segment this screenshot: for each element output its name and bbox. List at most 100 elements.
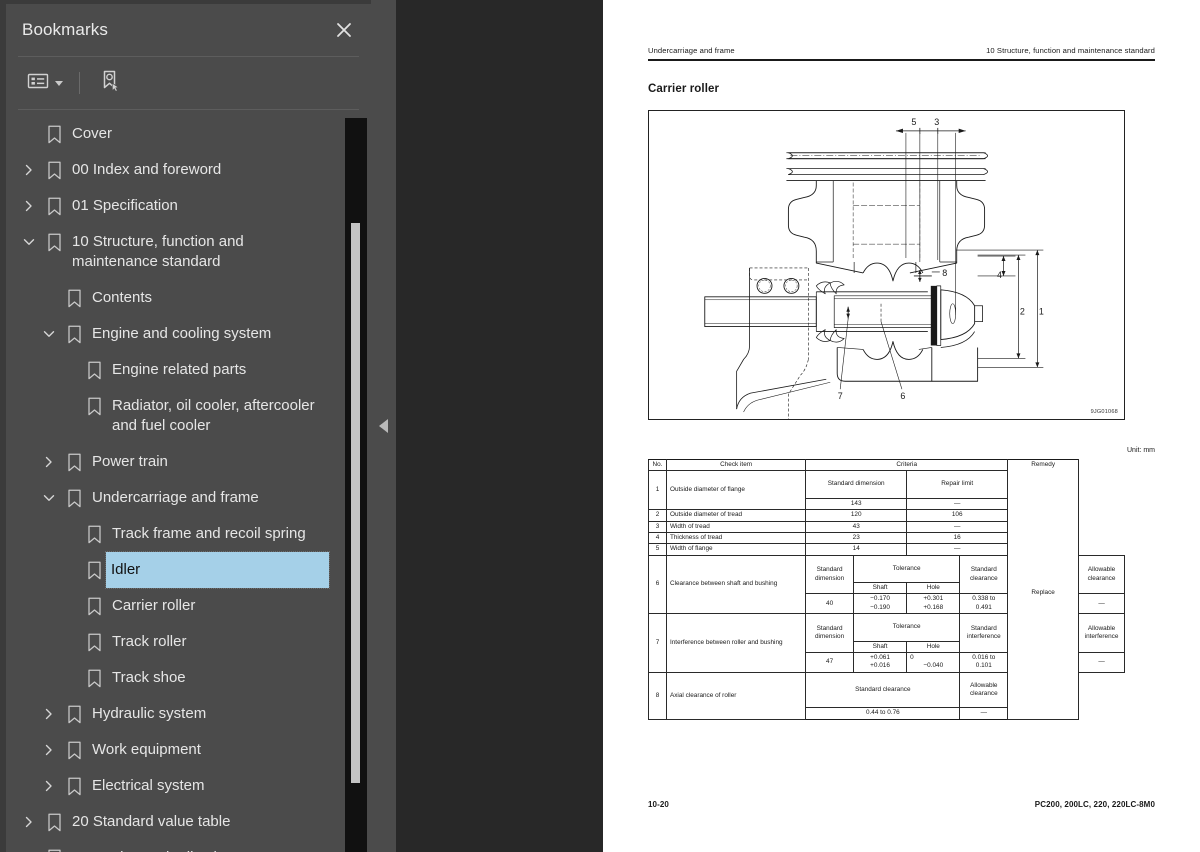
chevron-right-icon[interactable]	[16, 804, 42, 840]
chevron-right-icon[interactable]	[16, 152, 42, 188]
page-footer: 10-20 PC200, 200LC, 220, 220LC-8M0	[648, 800, 1155, 809]
unit-label: Unit: mm	[1127, 447, 1155, 454]
bookmarks-tree: Cover 00 Index and foreword 01 Specifica…	[6, 110, 351, 852]
bookmark-label: Electrical system	[92, 777, 205, 794]
bookmark-item-idler[interactable]: Idler	[6, 551, 351, 589]
row3-standard: 43	[805, 520, 908, 533]
chevron-right-icon[interactable]	[36, 732, 62, 768]
bookmark-icon	[42, 224, 66, 260]
bookmark-icon	[82, 624, 106, 660]
row6-item: Clearance between shaft and bushing	[665, 554, 807, 615]
bookmarks-panel: Bookmarks Cover 00 Index and foreword 01…	[0, 0, 371, 852]
row6-shaft-lower: −0.190	[870, 603, 890, 611]
row1-item: Outside diameter of flange	[665, 470, 807, 511]
row7-no: 7	[648, 613, 667, 673]
bookmark-item-00-index-and-foreword[interactable]: 00 Index and foreword	[6, 152, 351, 188]
row6-tolerance-hole: +0.301 +0.168	[906, 593, 961, 615]
bookmark-icon	[82, 660, 106, 696]
bookmark-label: 30 Testing and adjusting	[66, 840, 238, 852]
bookmarks-scrollbar-track[interactable]	[345, 118, 367, 852]
chevron-left-icon	[379, 419, 388, 433]
row2-repair: 106	[906, 509, 1009, 522]
row3-no: 3	[648, 520, 667, 533]
row6-shaft-header: Shaft	[852, 581, 908, 595]
bookmark-item-01-specification[interactable]: 01 Specification	[6, 188, 351, 224]
svg-text:1: 1	[1039, 307, 1044, 317]
chevron-right-icon[interactable]	[16, 188, 42, 224]
bookmark-item-undercarriage-and-frame[interactable]: Undercarriage and frame	[6, 480, 351, 516]
row8-allow-clearance-header: Allowable clearance	[959, 671, 1009, 709]
panel-collapse-handle[interactable]	[371, 0, 396, 852]
bookmark-icon	[42, 840, 66, 852]
bookmark-item-work-equipment[interactable]: Work equipment	[6, 732, 351, 768]
row1-standard: 143	[805, 497, 908, 511]
chevron-right-icon[interactable]	[36, 444, 62, 480]
row6-hole-header: Hole	[906, 581, 961, 595]
select-bookmark-button[interactable]	[95, 68, 125, 98]
svg-text:5: 5	[911, 117, 916, 127]
row7-hole-header: Hole	[906, 640, 961, 653]
svg-text:7: 7	[838, 391, 843, 401]
bookmark-item-electrical-system[interactable]: Electrical system	[6, 768, 351, 804]
remedy-header-text: Remedy	[1031, 461, 1056, 468]
bookmark-item-engine-and-cooling-system[interactable]: Engine and cooling system	[6, 316, 351, 352]
chevron-right-icon[interactable]	[36, 696, 62, 732]
bookmark-item-radiator-oil-cooler-aftercooler[interactable]: Radiator, oil cooler, aftercooler and fu…	[6, 388, 351, 444]
chevron-down-icon[interactable]	[36, 480, 62, 516]
bookmark-label: Track shoe	[112, 669, 186, 686]
bookmark-icon	[82, 552, 106, 588]
bookmarks-panel-header: Bookmarks	[6, 4, 371, 56]
bookmark-label: Undercarriage and frame	[92, 489, 259, 506]
bookmark-item-30-testing-and-adjusting[interactable]: 30 Testing and adjusting	[6, 840, 351, 852]
bookmark-label[interactable]: Idler	[105, 551, 330, 589]
chevron-right-icon[interactable]	[36, 768, 62, 804]
close-icon[interactable]	[331, 17, 357, 43]
bookmark-item-contents[interactable]: Contents	[6, 280, 351, 316]
bookmark-item-power-train[interactable]: Power train	[6, 444, 351, 480]
bookmark-label: Carrier roller	[112, 597, 196, 614]
bookmark-icon	[42, 152, 66, 188]
bookmark-item-10-structure-function-and[interactable]: 10 Structure, function and maintenance s…	[6, 224, 351, 280]
bookmark-item-hydraulic-system[interactable]: Hydraulic system	[6, 696, 351, 732]
pdf-viewer[interactable]: Undercarriage and frame 10 Structure, fu…	[396, 0, 1200, 852]
row6-shaft-upper: −0.170	[870, 595, 890, 603]
bookmark-icon	[62, 444, 86, 480]
row7-item: Interference between roller and bushing	[665, 613, 807, 673]
toolbar-divider	[79, 72, 80, 94]
row8-std-clearance-header: Standard clearance	[805, 671, 961, 709]
bookmark-icon	[82, 352, 106, 388]
bookmark-label: Track frame and recoil spring	[112, 525, 306, 542]
chevron-down-icon	[55, 80, 63, 86]
row6-std-clearance-header: Standard clearance	[959, 554, 1009, 595]
bookmark-item-20-standard-value-table[interactable]: 20 Standard value table	[6, 804, 351, 840]
bookmarks-tree-container: Cover 00 Index and foreword 01 Specifica…	[6, 110, 371, 852]
chevron-down-icon[interactable]	[36, 316, 62, 352]
row6-hole-lower: +0.168	[923, 603, 944, 611]
chevron-down-icon[interactable]	[16, 224, 42, 260]
bookmark-item-track-roller[interactable]: Track roller	[6, 624, 351, 660]
bookmark-label: Hydraulic system	[92, 705, 207, 722]
row8-item: Axial clearance of roller	[665, 671, 807, 720]
bookmark-label: Track roller	[112, 633, 187, 650]
chevron-right-icon[interactable]	[16, 840, 42, 852]
row6-tolerance-shaft: −0.170 −0.190	[852, 593, 908, 615]
list-options-button[interactable]	[24, 68, 66, 98]
bookmark-label: Radiator, oil cooler, aftercooler and fu…	[112, 397, 315, 434]
bookmark-item-track-shoe[interactable]: Track shoe	[6, 660, 351, 696]
row6-tolerance-header: Tolerance	[852, 554, 961, 584]
bookmark-item-track-frame-and-recoil-spring[interactable]: Track frame and recoil spring	[6, 516, 351, 552]
svg-text:3: 3	[934, 117, 939, 127]
bookmarks-scrollbar-thumb[interactable]	[351, 223, 360, 783]
model-code: PC200, 200LC, 220, 220LC-8M0	[1034, 800, 1155, 809]
bookmark-item-carrier-roller[interactable]: Carrier roller	[6, 588, 351, 624]
row6-standard-clearance: 0.338 to 0.491	[959, 593, 1009, 615]
bookmark-icon	[42, 804, 66, 840]
bookmark-label: 10 Structure, function and maintenance s…	[72, 233, 244, 270]
row7-shaft-header: Shaft	[852, 640, 908, 653]
svg-text:8: 8	[942, 268, 947, 278]
bookmark-item-engine-related-parts[interactable]: Engine related parts	[6, 352, 351, 388]
row7-std-interference-header: Standard interference	[959, 613, 1009, 653]
bookmark-item-cover[interactable]: Cover	[6, 116, 351, 152]
remedy-value: Replace	[1031, 589, 1055, 597]
row2-standard: 120	[805, 509, 908, 522]
